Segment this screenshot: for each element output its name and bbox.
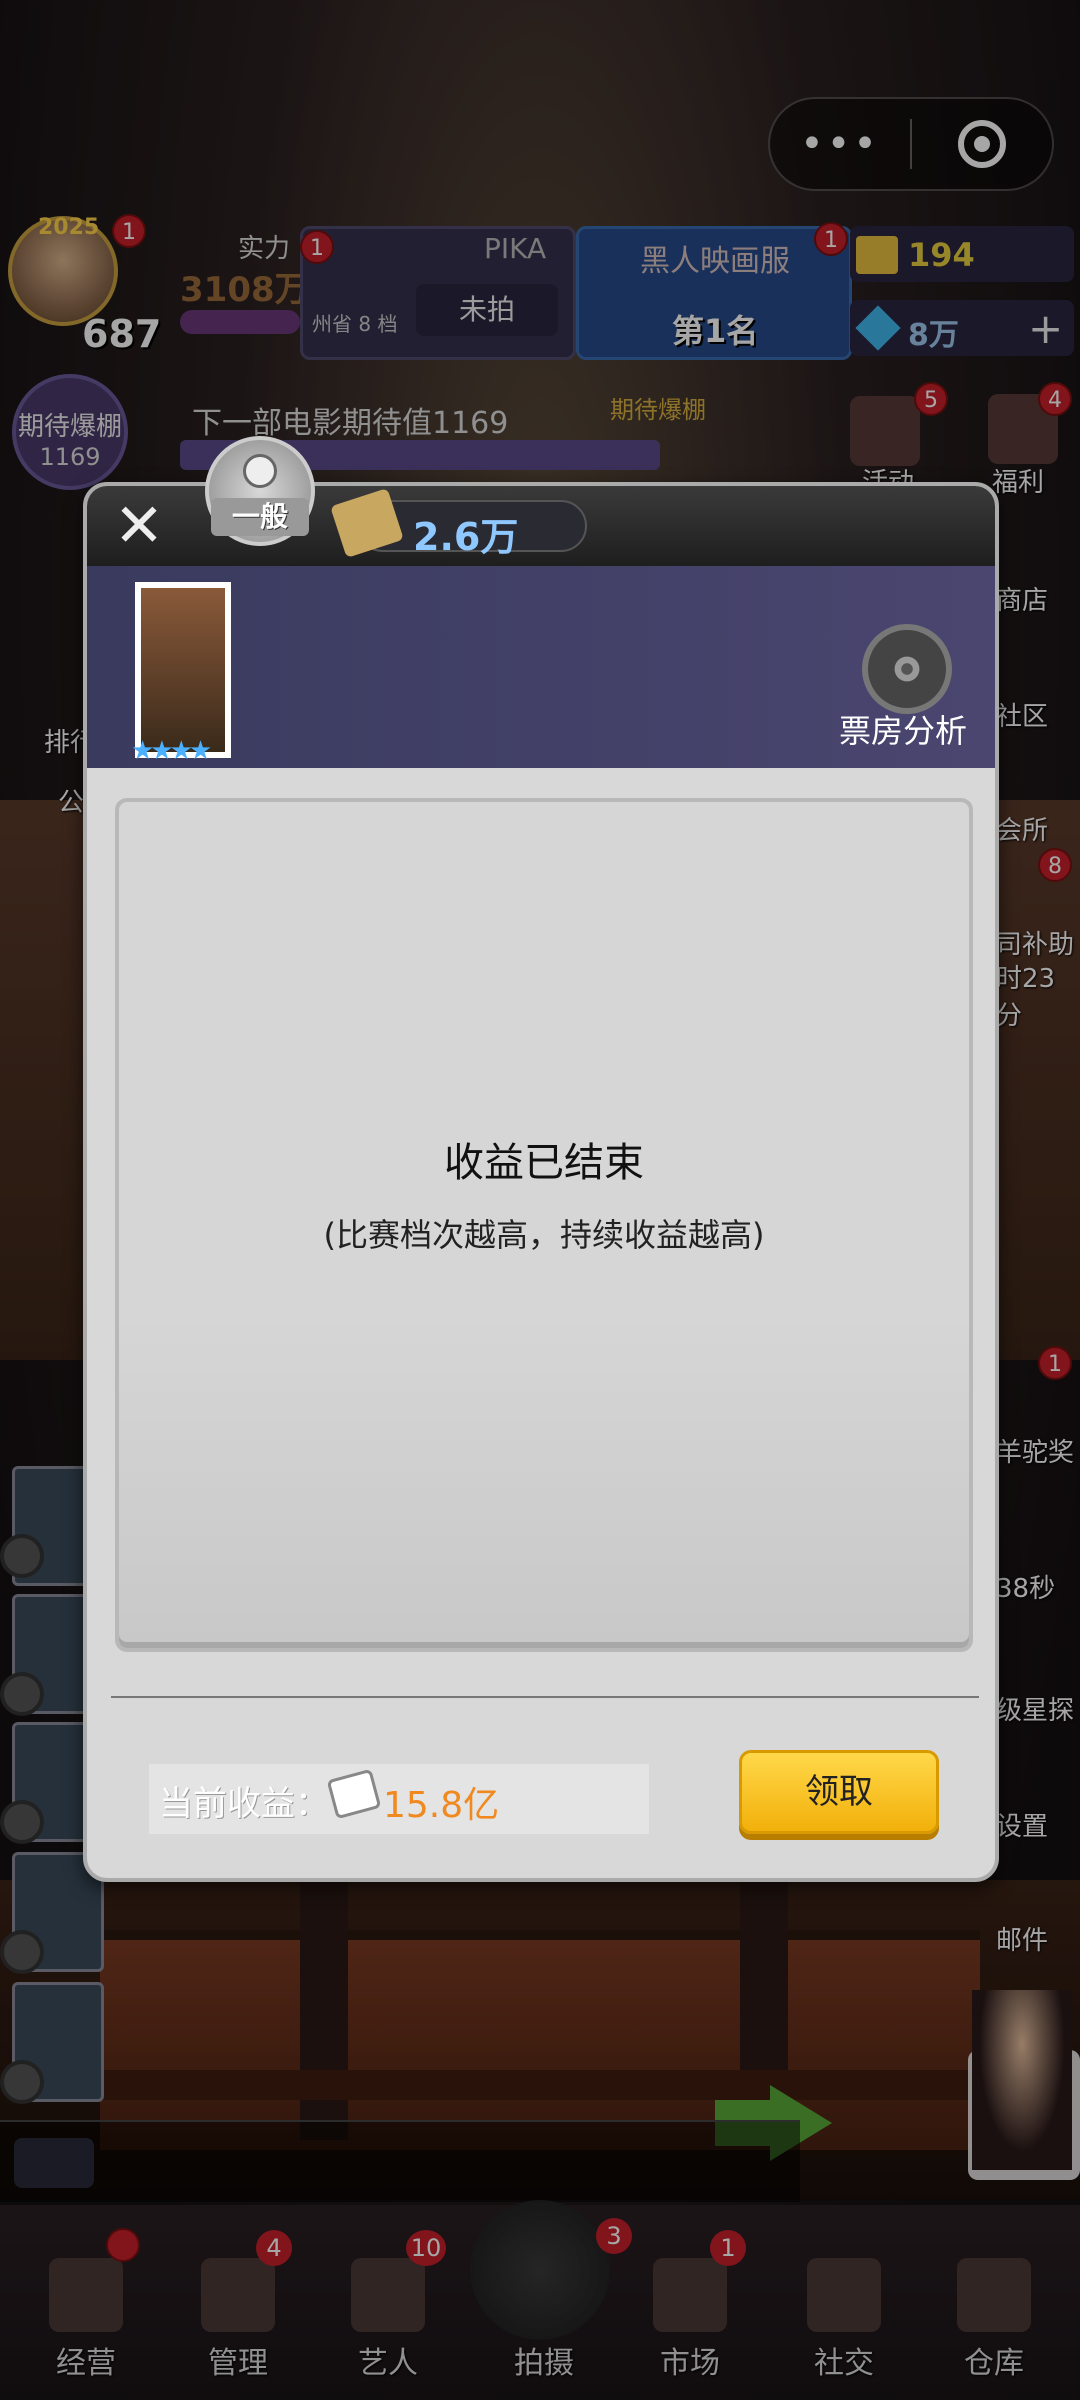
poster-image <box>141 588 225 752</box>
current-earnings: 当前收益： 15.8亿 <box>149 1764 649 1834</box>
content-panel: 收益已结束 (比赛档次越高，持续收益越高) <box>115 798 973 1652</box>
money-value: 2.6万 <box>413 515 519 559</box>
rating-badge: 一般 <box>205 436 315 556</box>
revenue-ended-subtitle: (比赛档次越高，持续收益越高) <box>323 1216 765 1254</box>
earnings-value: 15.8亿 <box>383 1785 500 1826</box>
movie-poster[interactable] <box>135 582 231 758</box>
movie-info-section: ★★★★ 票房分析 <box>87 566 995 768</box>
money-stack-icon <box>326 1768 382 1820</box>
revenue-modal: ✕ 2.6万 ★★★★ 票房分析 收益已结束 (比赛档次越高，持续收益越高) 当… <box>83 482 999 1882</box>
money-pill: 2.6万 <box>330 488 587 559</box>
boxoffice-analysis-button[interactable]: 票房分析 <box>839 706 967 752</box>
smiley-icon <box>243 454 277 488</box>
close-button[interactable]: ✕ <box>109 496 169 556</box>
film-reel-icon[interactable] <box>862 624 952 714</box>
claim-button[interactable]: 领取 <box>739 1750 939 1834</box>
earnings-label: 当前收益： <box>159 1784 329 1824</box>
revenue-ended-title: 收益已结束 <box>444 1140 644 1186</box>
divider <box>111 1696 979 1698</box>
rating-label: 一般 <box>211 498 309 536</box>
poster-stars: ★★★★ <box>131 736 212 766</box>
